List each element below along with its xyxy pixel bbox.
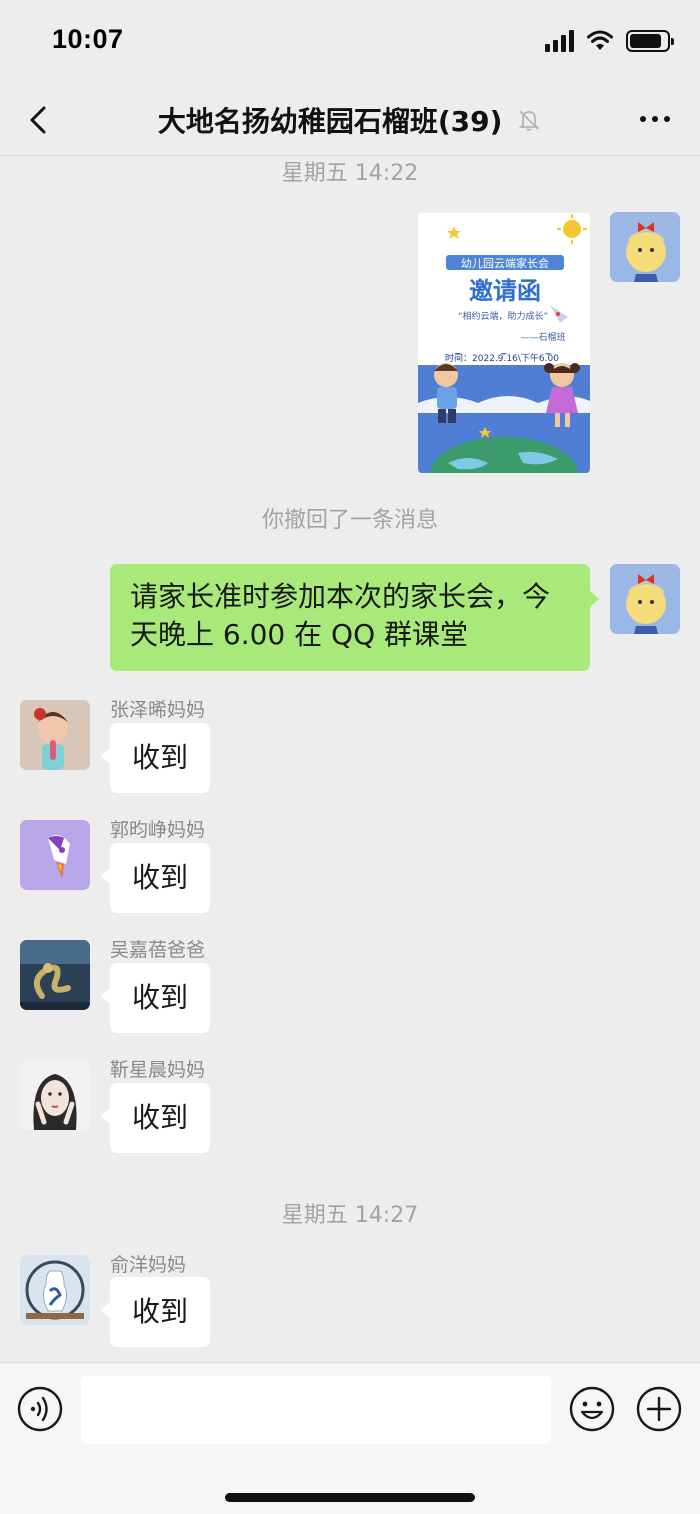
received-message-bubble[interactable]: 收到 [101,843,210,913]
received-message-bubble[interactable]: 收到 [101,1277,210,1347]
image-banner-text: 幼儿园云端家长会 [461,256,549,270]
image-slogan-text: “相约云端，助力成长” [458,310,548,322]
received-message-bubble[interactable]: 收到 [101,723,210,793]
voice-input-icon[interactable] [17,1386,63,1432]
invitation-image-message[interactable]: 幼儿园云端家长会 邀请函 “相约云端，助力成长” ——石榴班 时间：2022.9… [418,213,590,473]
my-avatar[interactable] [610,212,680,282]
plus-icon[interactable] [636,1386,682,1432]
member-count: (39) [437,105,503,138]
recalled-message-notice: 你撤回了一条消息 [261,508,438,533]
sent-message-bubble[interactable]: 请家长准时参加本次的家长会，今天晚上 6.00 在 QQ 群课堂 [110,564,599,671]
invitation-image: 幼儿园云端家长会 邀请函 “相约云端，助力成长” ——石榴班 时间：2022.9… [418,213,590,473]
status-time: 10:07 [52,24,124,54]
sender-name: 吴嘉蓓爸爸 [110,939,206,961]
chat-header: 大地名扬幼稚园石榴班(39) [0,84,700,156]
battery-fill [630,34,661,48]
my-avatar[interactable] [610,564,680,634]
received-message-bubble[interactable]: 收到 [101,1083,210,1153]
wifi-icon [587,30,613,50]
emoji-icon[interactable] [569,1386,615,1432]
more-dots-icon[interactable] [640,116,670,122]
group-title: 大地名扬幼稚园石榴班(39) [0,100,700,140]
status-icons [545,30,674,52]
sender-name: 靳星晨妈妈 [110,1059,206,1081]
member-avatar[interactable] [20,1255,90,1325]
member-avatar[interactable] [20,700,90,770]
image-signature-text: ——石榴班 [520,331,565,343]
received-message-bubble[interactable]: 收到 [101,963,210,1033]
image-time-text: 时间：2022.9.16\下午6.00 [445,352,559,364]
image-headline-text: 邀请函 [469,277,541,305]
member-avatar[interactable] [20,1060,90,1130]
sender-name: 张泽晞妈妈 [110,699,206,721]
group-name: 大地名扬幼稚园石榴班 [157,105,438,138]
timestamp: 星期五 14:27 [281,1203,419,1228]
cellular-signal-icon [545,30,574,52]
battery-icon [626,30,674,52]
status-bar: 10:07 [0,0,700,84]
home-indicator[interactable] [225,1493,475,1502]
sender-name: 俞洋妈妈 [110,1254,187,1276]
member-avatar[interactable] [20,820,90,890]
sender-name: 郭昀峥妈妈 [110,819,206,841]
member-avatar[interactable] [20,940,90,1010]
input-bar [0,1362,700,1514]
bell-slash-icon [518,110,540,131]
timestamp: 星期五 14:22 [281,161,419,186]
message-list[interactable]: 星期五 14:22 幼儿园云端家长会 邀请函 “相约云端，助力成长” ——石榴班… [0,157,700,1362]
message-input[interactable] [81,1376,551,1444]
